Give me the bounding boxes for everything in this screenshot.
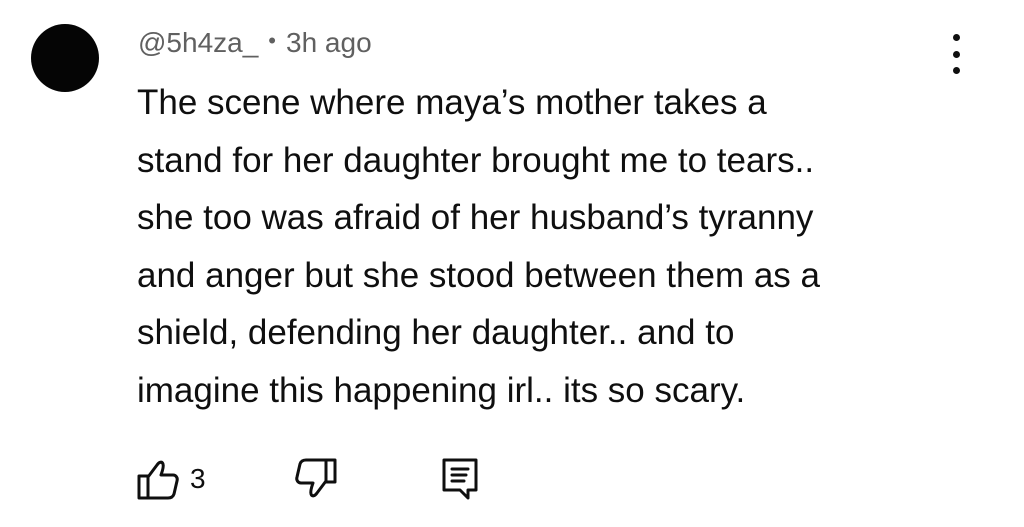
comment-line: shield, defending her daughter.. and to bbox=[137, 313, 735, 352]
avatar[interactable] bbox=[31, 24, 99, 92]
author-handle[interactable]: @5h4za_ bbox=[138, 27, 258, 59]
dislike-button[interactable] bbox=[294, 456, 338, 502]
comment-line: The scene where maya’s mother takes a bbox=[137, 83, 767, 122]
reply-button[interactable] bbox=[440, 456, 480, 502]
more-vert-icon[interactable] bbox=[944, 34, 968, 74]
timestamp[interactable]: 3h ago bbox=[286, 27, 372, 59]
like-count: 3 bbox=[190, 463, 206, 494]
reply-comment-icon bbox=[440, 456, 480, 502]
thumb-up-icon bbox=[136, 456, 180, 502]
separator-dot: • bbox=[268, 28, 276, 53]
comment-header: @5h4za_ • 3h ago bbox=[138, 25, 372, 61]
comment-line: she too was afraid of her husband’s tyra… bbox=[137, 198, 814, 237]
like-button[interactable]: 3 bbox=[136, 456, 206, 502]
thumb-down-icon bbox=[294, 456, 338, 502]
comment-line: imagine this happening irl.. its so scar… bbox=[137, 370, 746, 410]
comment-text: The scene where maya’s mother takes a st… bbox=[137, 74, 987, 419]
comment-line: stand for her daughter brought me to tea… bbox=[137, 140, 815, 180]
comment-line: and anger but she stood between them as … bbox=[137, 255, 820, 295]
